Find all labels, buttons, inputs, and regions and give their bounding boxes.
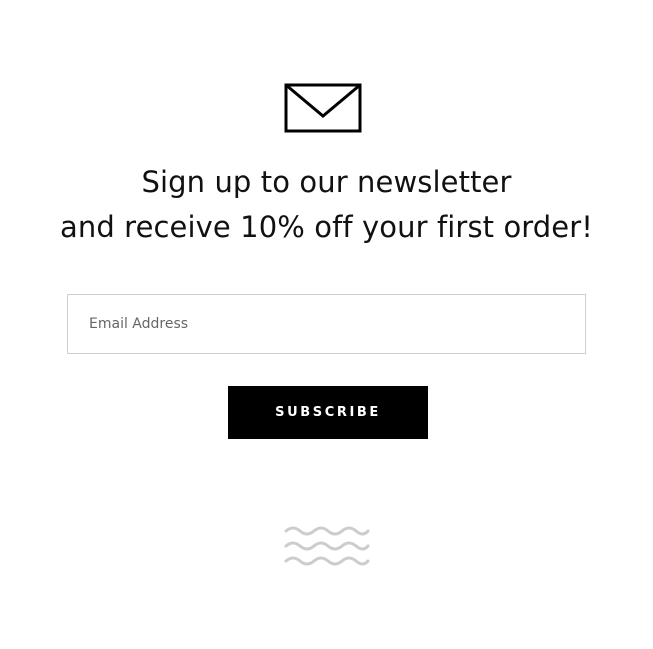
wave-lines-icon [284,525,370,569]
newsletter-section: Sign up to our newsletter and receive 10… [0,0,653,649]
headline-line-1: Sign up to our newsletter [141,165,512,199]
subscribe-button[interactable]: SUBSCRIBE [228,386,428,439]
headline-line-2: and receive 10% off your first order! [60,210,593,244]
email-input[interactable] [67,294,586,354]
envelope-icon [284,83,362,133]
